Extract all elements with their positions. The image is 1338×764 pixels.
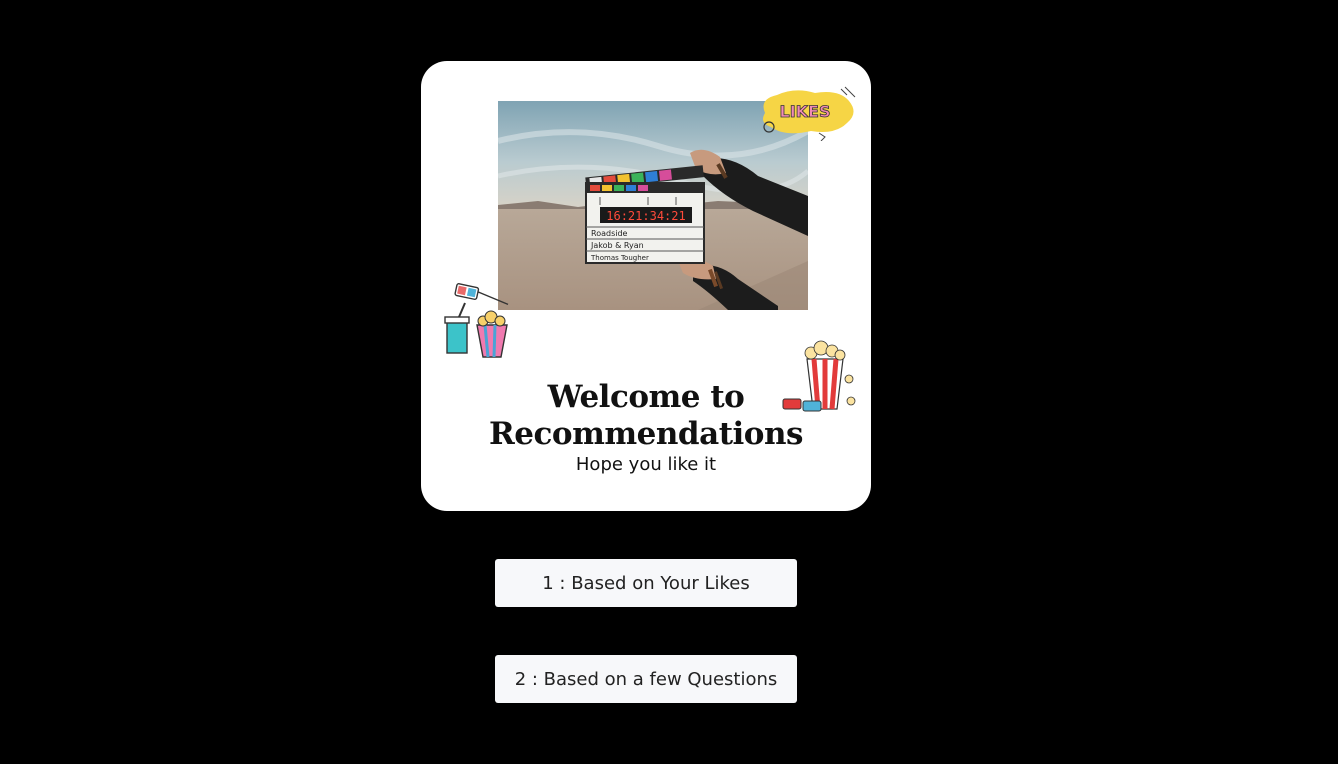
likes-sticker: LIKES <box>755 85 861 141</box>
based-on-likes-button[interactable]: 1 : Based on Your Likes <box>495 559 797 607</box>
3d-glasses-drink-sticker <box>443 283 517 359</box>
welcome-title: Welcome to Recommendations <box>421 379 871 453</box>
svg-text:Thomas Tougher: Thomas Tougher <box>590 254 649 262</box>
svg-text:Roadside: Roadside <box>591 229 628 238</box>
svg-text:16:21:34:21: 16:21:34:21 <box>606 209 685 223</box>
svg-text:LIKES: LIKES <box>780 102 831 121</box>
page: 16:21:34:21 Roadside Jakob & Ryan Thomas… <box>0 0 1338 764</box>
welcome-title-line1: Welcome to <box>547 379 745 415</box>
welcome-card: 16:21:34:21 Roadside Jakob & Ryan Thomas… <box>421 61 871 511</box>
based-on-questions-button[interactable]: 2 : Based on a few Questions <box>495 655 797 703</box>
welcome-title-line2: Recommendations <box>489 416 803 452</box>
welcome-subtitle: Hope you like it <box>575 454 717 475</box>
svg-text:Jakob & Ryan: Jakob & Ryan <box>590 241 644 250</box>
